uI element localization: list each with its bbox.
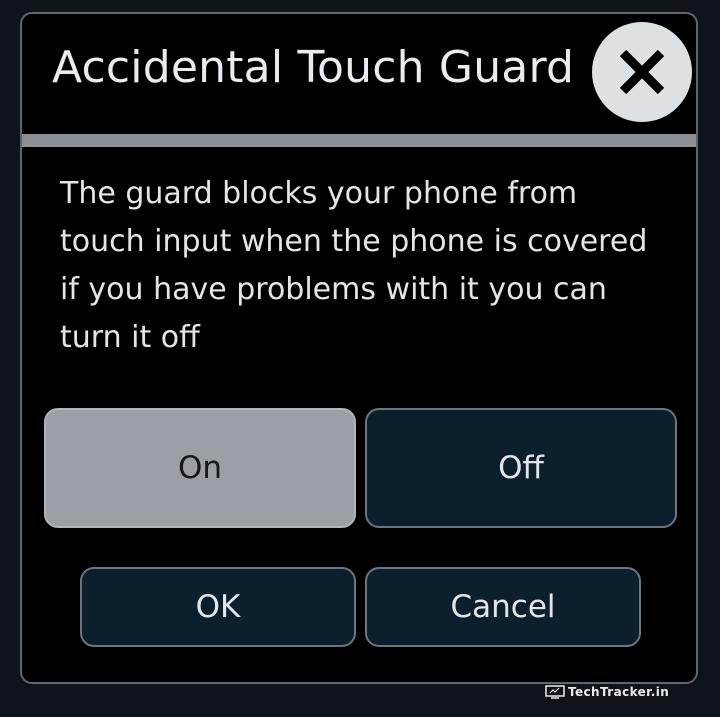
off-label: Off <box>498 450 544 486</box>
close-button[interactable] <box>592 22 692 122</box>
monitor-icon <box>545 685 565 699</box>
ok-label: OK <box>195 589 241 625</box>
cancel-label: Cancel <box>450 589 556 625</box>
on-label: On <box>177 450 223 486</box>
ok-button[interactable]: OK <box>80 567 356 647</box>
title-divider <box>22 134 696 147</box>
touch-guard-dialog: Accidental Touch Guard The guard blocks … <box>20 12 698 684</box>
dialog-message: The guard blocks your phone from touch i… <box>60 176 648 355</box>
off-toggle-button[interactable]: Off <box>365 408 677 528</box>
cancel-button[interactable]: Cancel <box>365 567 641 647</box>
on-toggle-button[interactable]: On <box>44 408 356 528</box>
watermark-text: TechTracker.in <box>568 685 670 699</box>
dialog-title: Accidental Touch Guard <box>52 42 575 93</box>
close-icon <box>619 49 665 95</box>
watermark: TechTracker.in <box>545 685 669 699</box>
